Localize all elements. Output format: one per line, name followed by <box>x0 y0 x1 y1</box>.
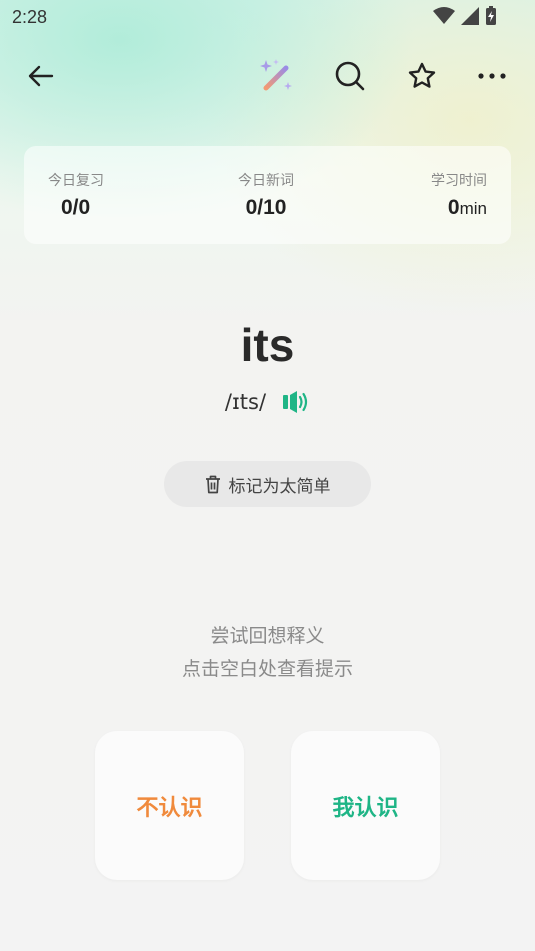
back-button[interactable] <box>16 52 64 100</box>
arrow-left-icon <box>28 65 54 87</box>
pronounce-button[interactable] <box>282 390 310 414</box>
mark-too-easy-label: 标记为太简单 <box>228 476 331 497</box>
star-icon <box>408 62 436 88</box>
more-button[interactable] <box>468 52 516 100</box>
status-bar: 2:28 <box>0 0 535 36</box>
hint-line-2: 点击空白处查看提示 <box>181 658 353 680</box>
phonetic-row: /ɪts/ <box>0 390 535 414</box>
stat-study-time: 学习时间 0min <box>431 170 487 220</box>
status-icons <box>433 6 497 26</box>
battery-icon <box>486 6 496 25</box>
speaker-icon <box>283 391 308 413</box>
wifi-icon <box>433 7 455 24</box>
know-button[interactable]: 我认识 <box>291 731 440 880</box>
favorite-button[interactable] <box>398 52 446 100</box>
stat-review: 今日复习 0/0 <box>48 170 104 220</box>
know-label: 我认识 <box>332 795 399 821</box>
stat-new-words: 今日新词 0/10 <box>238 170 294 220</box>
dont-know-button[interactable]: 不认识 <box>95 731 244 880</box>
stat-study-time-label: 学习时间 <box>431 173 487 189</box>
signal-icon <box>461 7 479 25</box>
hint-line-1: 尝试回想释义 <box>210 625 325 647</box>
dont-know-label: 不认识 <box>136 795 203 821</box>
study-time-number: 0 <box>447 196 460 219</box>
stat-new-words-label: 今日新词 <box>238 173 294 189</box>
phonetic-text: /ɪts/ <box>224 390 267 414</box>
stat-new-words-value: 0/10 <box>245 196 287 219</box>
more-horizontal-icon <box>478 73 506 79</box>
toolbar <box>0 52 535 104</box>
stat-review-label: 今日复习 <box>48 173 104 189</box>
search-icon <box>335 61 365 91</box>
study-time-unit: min <box>459 199 487 218</box>
magic-wand-icon <box>260 59 292 91</box>
stats-card: 今日复习 0/0 今日新词 0/10 学习时间 0min <box>24 146 511 244</box>
word-title: its <box>240 319 295 371</box>
status-time: 2:28 <box>12 7 48 27</box>
magic-button[interactable] <box>252 52 300 100</box>
mark-too-easy-button[interactable]: 标记为太简单 <box>164 461 371 507</box>
trash-icon <box>205 475 220 493</box>
stat-study-time-value: 0min <box>431 196 487 220</box>
stat-review-value: 0/0 <box>61 196 91 219</box>
search-button[interactable] <box>326 52 374 100</box>
